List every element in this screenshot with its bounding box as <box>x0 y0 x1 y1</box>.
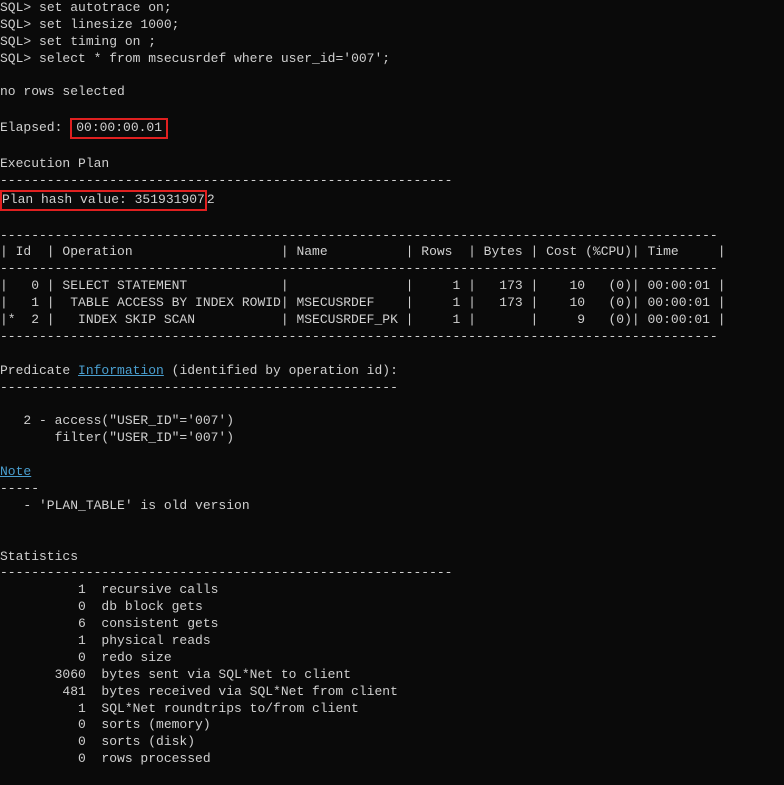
statistics-title: Statistics <box>0 549 78 564</box>
sql-prompt: SQL> <box>0 34 39 49</box>
table-border: ----------------------------------------… <box>0 228 718 243</box>
predicate-filter: filter("USER_ID"='007') <box>0 430 234 445</box>
sql-command: select * from msecusrdef where user_id='… <box>39 51 390 66</box>
sql-prompt: SQL> <box>0 17 39 32</box>
statistic-line: 0 sorts (memory) <box>0 717 211 732</box>
plan-hash-suffix: 2 <box>207 192 215 207</box>
table-header: | Id | Operation | Name | Rows | Bytes |… <box>0 244 726 259</box>
sql-prompt: SQL> <box>0 51 39 66</box>
statistic-line: 6 consistent gets <box>0 616 218 631</box>
divider: ----------------------------------------… <box>0 173 452 188</box>
table-border: ----------------------------------------… <box>0 261 718 276</box>
sql-command: set linesize 1000; <box>39 17 179 32</box>
statistic-line: 0 rows processed <box>0 751 211 766</box>
no-rows-result: no rows selected <box>0 84 125 99</box>
table-row: | 0 | SELECT STATEMENT | | 1 | 173 | 10 … <box>0 278 726 293</box>
execution-plan-title: Execution Plan <box>0 156 109 171</box>
predicate-access: 2 - access("USER_ID"='007') <box>0 413 234 428</box>
divider: ----------------------------------------… <box>0 565 452 580</box>
plan-hash-highlight: Plan hash value: 351931907 <box>0 190 207 211</box>
statistic-line: 1 physical reads <box>0 633 211 648</box>
note-content: - 'PLAN_TABLE' is old version <box>0 498 250 513</box>
sql-prompt: SQL> <box>0 0 39 15</box>
divider: ----- <box>0 481 39 496</box>
elapsed-label: Elapsed: <box>0 120 70 135</box>
predicate-prefix: Predicate <box>0 363 78 378</box>
divider: ----------------------------------------… <box>0 380 398 395</box>
table-row: |* 2 | INDEX SKIP SCAN | MSECUSRDEF_PK |… <box>0 312 726 327</box>
terminal-output: SQL> set autotrace on; SQL> set linesize… <box>0 0 784 768</box>
statistic-line: 1 recursive calls <box>0 582 218 597</box>
information-link[interactable]: Information <box>78 363 164 378</box>
sql-command: set timing on ; <box>39 34 156 49</box>
statistic-line: 1 SQL*Net roundtrips to/from client <box>0 701 359 716</box>
table-row: | 1 | TABLE ACCESS BY INDEX ROWID| MSECU… <box>0 295 726 310</box>
statistic-line: 0 redo size <box>0 650 172 665</box>
predicate-suffix: (identified by operation id): <box>164 363 398 378</box>
note-link[interactable]: Note <box>0 464 31 479</box>
sql-command: set autotrace on; <box>39 0 172 15</box>
statistic-line: 0 db block gets <box>0 599 203 614</box>
table-border: ----------------------------------------… <box>0 329 718 344</box>
statistic-line: 0 sorts (disk) <box>0 734 195 749</box>
elapsed-value-highlight: 00:00:00.01 <box>70 118 168 139</box>
statistic-line: 3060 bytes sent via SQL*Net to client <box>0 667 351 682</box>
